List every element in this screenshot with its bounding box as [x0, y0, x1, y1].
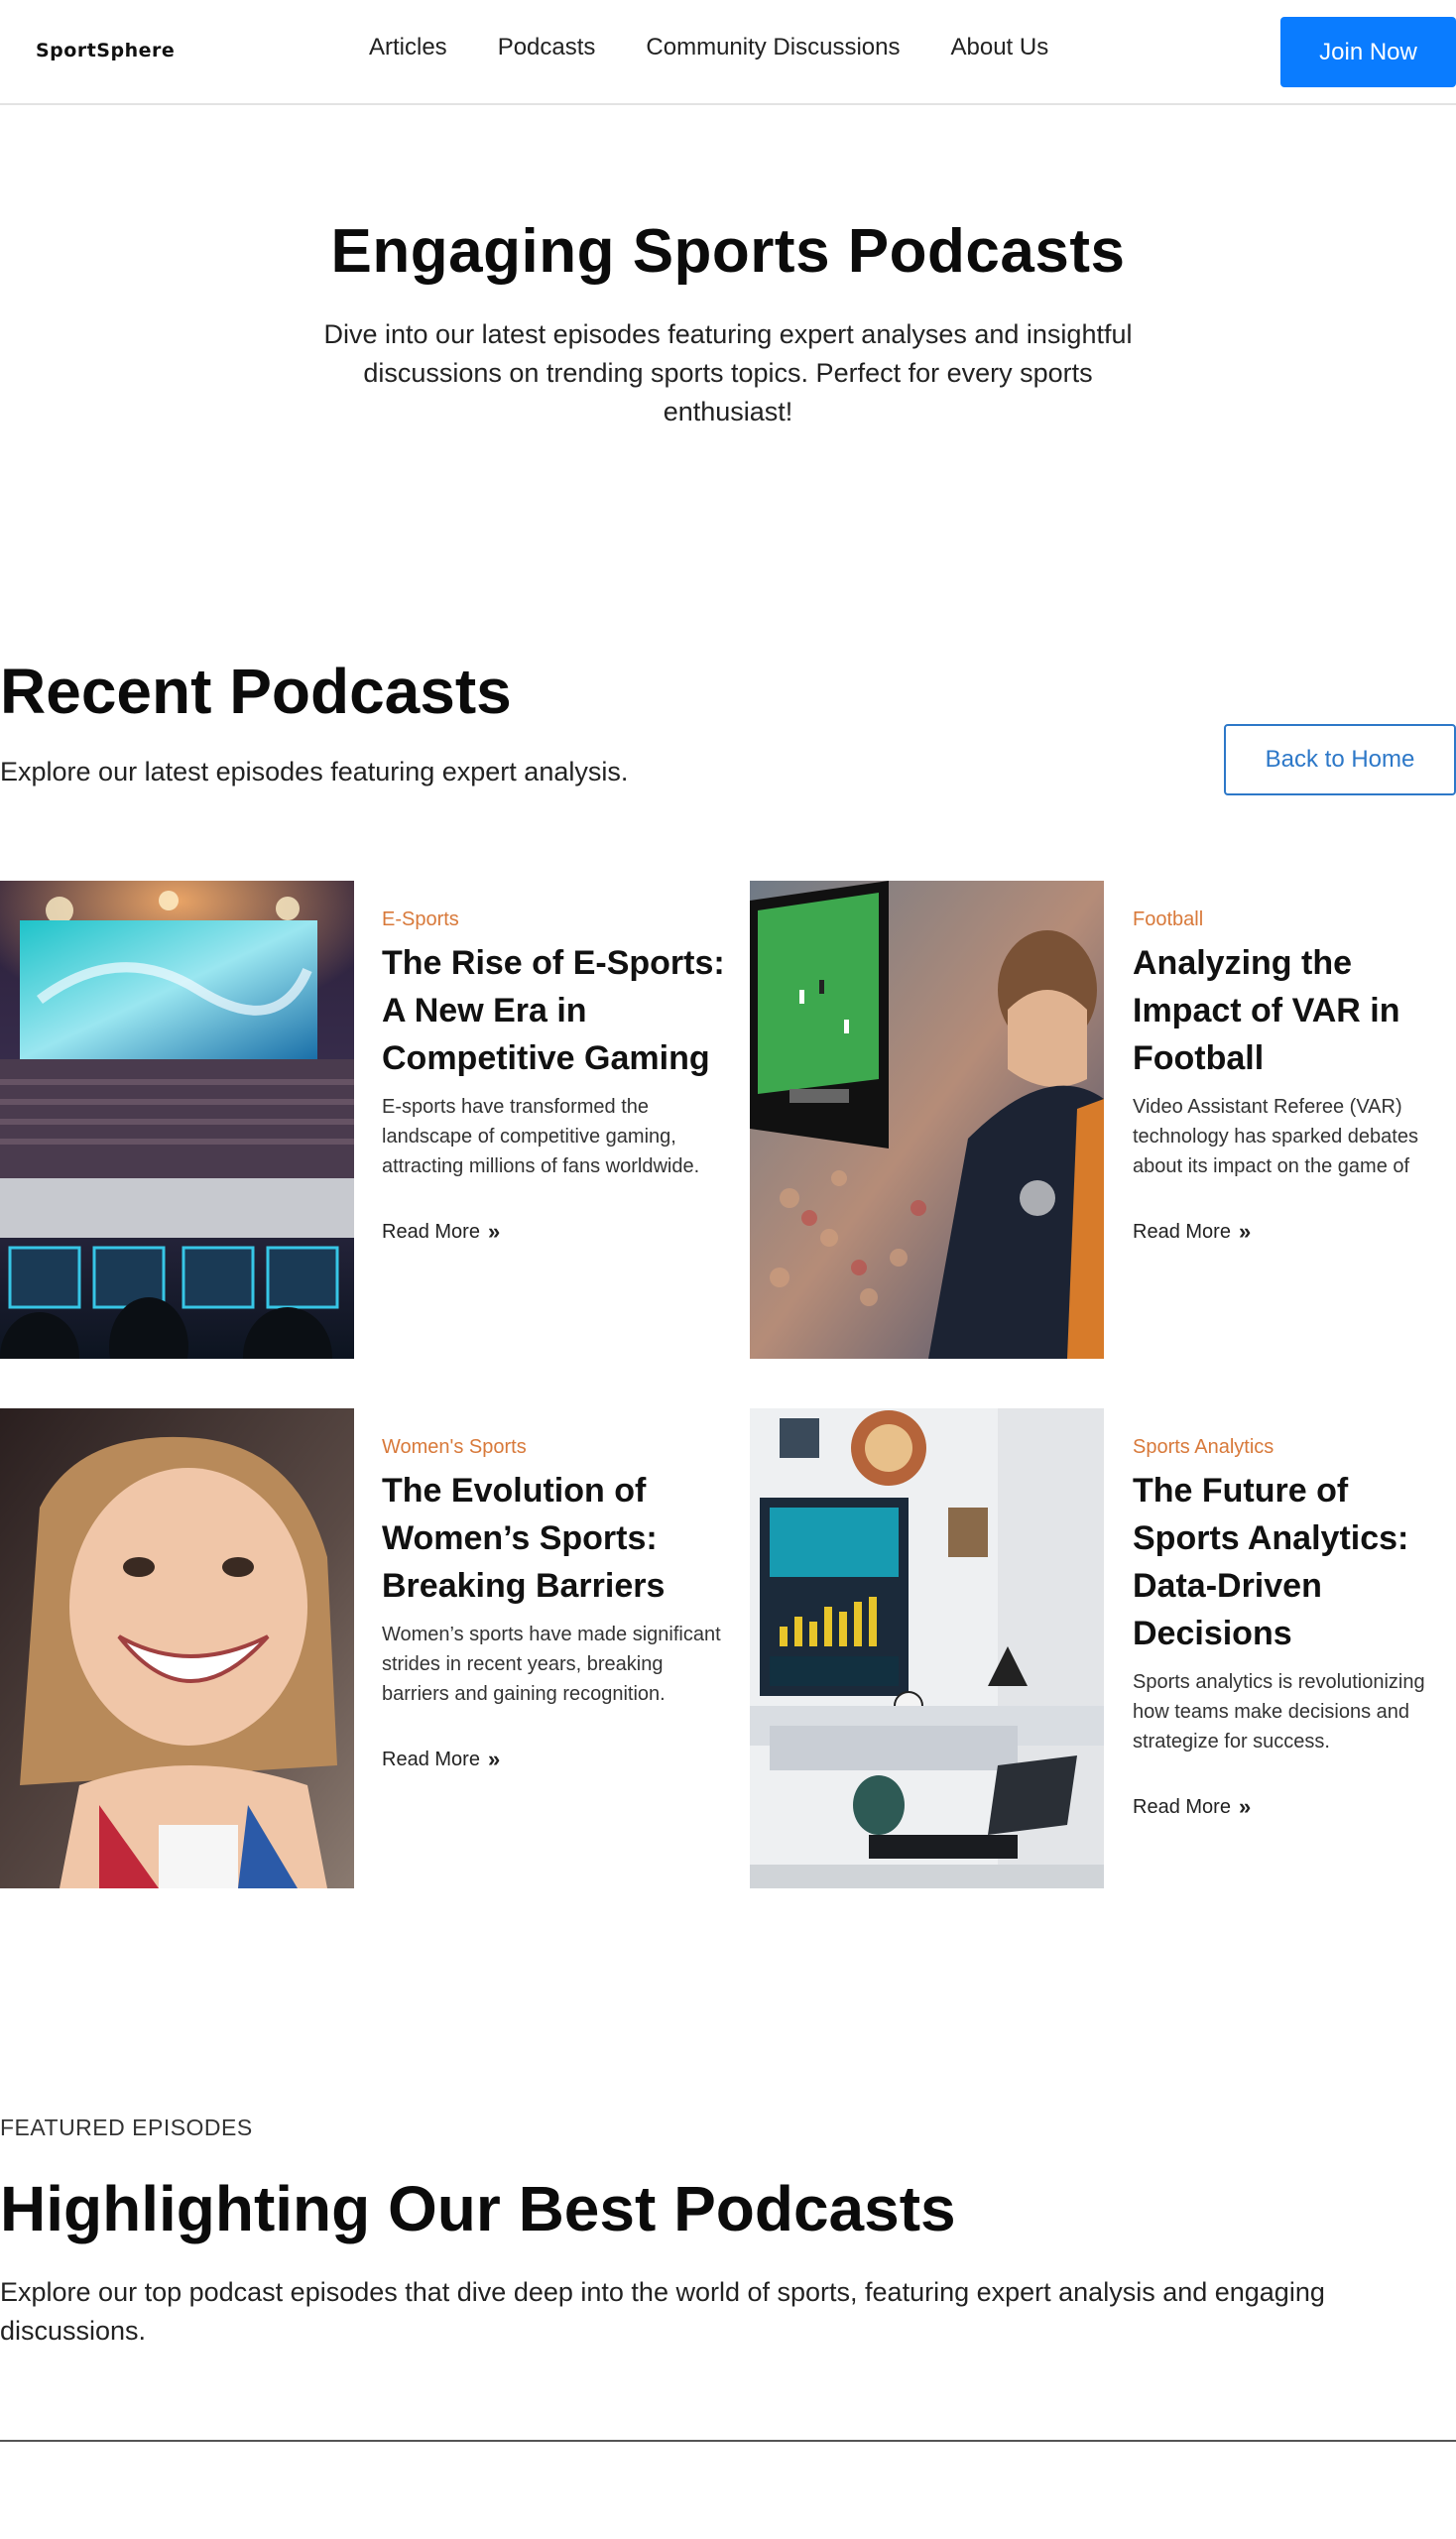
- card-body: Women's Sports The Evolution of Women’s …: [382, 1408, 728, 1772]
- analytics-dashboard-image[interactable]: [750, 1408, 1104, 1888]
- card-category[interactable]: Women's Sports: [382, 1436, 728, 1459]
- double-chevron-right-icon: »: [1238, 1219, 1252, 1244]
- card-body: Football Analyzing the Impact of VAR in …: [1133, 881, 1456, 1245]
- card-title[interactable]: The Evolution of Women’s Sports: Breakin…: [382, 1467, 728, 1610]
- top-navbar: SportSphere Articles Podcasts Community …: [0, 0, 1456, 105]
- main-nav: Articles Podcasts Community Discussions …: [369, 34, 1048, 61]
- card-title[interactable]: The Rise of E-Sports: A New Era in Compe…: [382, 939, 728, 1082]
- card-description: Video Assistant Referee (VAR) technology…: [1133, 1096, 1418, 1177]
- recent-podcasts-title: Recent Podcasts: [0, 656, 512, 727]
- smiling-athlete-image[interactable]: [0, 1408, 354, 1888]
- read-more-link[interactable]: Read More »: [382, 1747, 500, 1772]
- hero-subtitle: Dive into our latest episodes featuring …: [323, 319, 1133, 426]
- site-logo[interactable]: SportSphere: [36, 40, 175, 61]
- read-more-label: Read More: [382, 1220, 480, 1243]
- double-chevron-right-icon: »: [487, 1219, 501, 1244]
- card-description: Women’s sports have made significant str…: [382, 1624, 721, 1705]
- featured-title: Highlighting Our Best Podcasts: [0, 2173, 956, 2244]
- card-category[interactable]: Sports Analytics: [1133, 1436, 1456, 1459]
- nav-link-community-discussions[interactable]: Community Discussions: [646, 34, 900, 61]
- recent-podcasts-subtitle: Explore our latest episodes featuring ex…: [0, 757, 629, 786]
- read-more-label: Read More: [1133, 1795, 1231, 1818]
- join-now-button[interactable]: Join Now: [1280, 17, 1456, 87]
- section-divider: [0, 2440, 1456, 2442]
- read-more-label: Read More: [1133, 1220, 1231, 1243]
- back-to-home-button[interactable]: Back to Home: [1224, 724, 1456, 795]
- double-chevron-right-icon: »: [487, 1747, 501, 1771]
- featured-kicker: FEATURED EPISODES: [0, 2115, 253, 2140]
- var-referee-image[interactable]: [750, 881, 1104, 1359]
- card-title[interactable]: The Future of Sports Analytics: Data-Dri…: [1133, 1467, 1456, 1657]
- podcast-card-football: Football Analyzing the Impact of VAR in …: [728, 881, 1456, 1359]
- card-body: E-Sports The Rise of E-Sports: A New Era…: [382, 881, 728, 1245]
- nav-link-articles[interactable]: Articles: [369, 34, 447, 61]
- card-body: Sports Analytics The Future of Sports An…: [1133, 1408, 1456, 1820]
- featured-subtitle: Explore our top podcast episodes that di…: [0, 2277, 1325, 2346]
- card-description: Sports analytics is revolutionizing how …: [1133, 1671, 1425, 1753]
- read-more-link[interactable]: Read More »: [382, 1219, 500, 1245]
- card-title[interactable]: Analyzing the Impact of VAR in Football: [1133, 939, 1456, 1082]
- card-category[interactable]: Football: [1133, 908, 1456, 931]
- read-more-link[interactable]: Read More »: [1133, 1219, 1251, 1245]
- nav-link-about-us[interactable]: About Us: [950, 34, 1048, 61]
- card-category[interactable]: E-Sports: [382, 908, 728, 931]
- podcast-card-womens-sports: Women's Sports The Evolution of Women’s …: [0, 1408, 728, 1888]
- nav-link-podcasts[interactable]: Podcasts: [498, 34, 596, 61]
- esports-arena-image[interactable]: [0, 881, 354, 1359]
- read-more-label: Read More: [382, 1748, 480, 1770]
- read-more-link[interactable]: Read More »: [1133, 1794, 1251, 1820]
- podcast-card-sports-analytics: Sports Analytics The Future of Sports An…: [728, 1408, 1456, 1888]
- card-description: E-sports have transformed the landscape …: [382, 1096, 700, 1177]
- hero-title: Engaging Sports Podcasts: [330, 217, 1126, 286]
- podcast-card-esports: E-Sports The Rise of E-Sports: A New Era…: [0, 881, 728, 1359]
- double-chevron-right-icon: »: [1238, 1794, 1252, 1819]
